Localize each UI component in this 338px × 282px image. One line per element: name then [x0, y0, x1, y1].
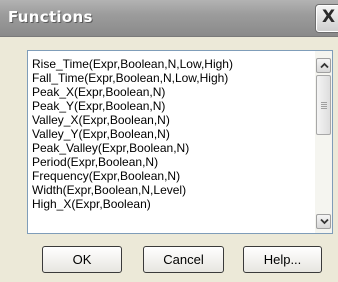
- list-item[interactable]: Fall_Time(Expr,Boolean,N,Low,High): [32, 71, 314, 85]
- thumb-grip: [321, 104, 327, 105]
- vertical-scrollbar[interactable]: [315, 51, 332, 233]
- list-item[interactable]: Peak_X(Expr,Boolean,N): [32, 85, 314, 99]
- ok-button-label: OK: [72, 252, 92, 267]
- title-bar[interactable]: Functions X: [0, 0, 338, 37]
- close-icon: X: [322, 7, 336, 27]
- list-item[interactable]: Valley_Y(Expr,Boolean,N): [32, 127, 314, 141]
- cancel-button[interactable]: Cancel: [143, 246, 224, 273]
- list-item[interactable]: Rise_Time(Expr,Boolean,N,Low,High): [32, 57, 314, 71]
- thumb-grip: [321, 108, 327, 109]
- close-button[interactable]: X: [316, 5, 338, 32]
- scroll-up-button[interactable]: [316, 58, 331, 73]
- scroll-down-arrow-icon: [320, 218, 329, 225]
- scroll-up-arrow-icon: [320, 62, 329, 69]
- list-item[interactable]: Peak_Y(Expr,Boolean,N): [32, 99, 314, 113]
- functions-list-items: Rise_Time(Expr,Boolean,N,Low,High) Fall_…: [32, 57, 314, 211]
- cancel-button-label: Cancel: [163, 252, 204, 267]
- list-item[interactable]: Period(Expr,Boolean,N): [32, 155, 314, 169]
- list-item[interactable]: High_X(Expr,Boolean): [32, 197, 314, 211]
- help-button-label: Help...: [263, 252, 302, 267]
- scroll-down-button[interactable]: [316, 214, 331, 229]
- list-item[interactable]: Width(Expr,Boolean,N,Level): [32, 183, 314, 197]
- thumb-grip: [321, 106, 327, 107]
- scroll-thumb[interactable]: [316, 75, 331, 135]
- thumb-grip: [321, 102, 327, 103]
- list-item[interactable]: Peak_Valley(Expr,Boolean,N): [32, 141, 314, 155]
- ok-button[interactable]: OK: [42, 246, 122, 273]
- help-button[interactable]: Help...: [243, 246, 322, 273]
- list-item[interactable]: Frequency(Expr,Boolean,N): [32, 169, 314, 183]
- dialog-title: Functions: [8, 8, 93, 26]
- functions-dialog: Functions X Rise_Time(Expr,Boolean,N,Low…: [0, 0, 338, 282]
- list-item[interactable]: Valley_X(Expr,Boolean,N): [32, 113, 314, 127]
- functions-list[interactable]: Rise_Time(Expr,Boolean,N,Low,High) Fall_…: [27, 50, 333, 234]
